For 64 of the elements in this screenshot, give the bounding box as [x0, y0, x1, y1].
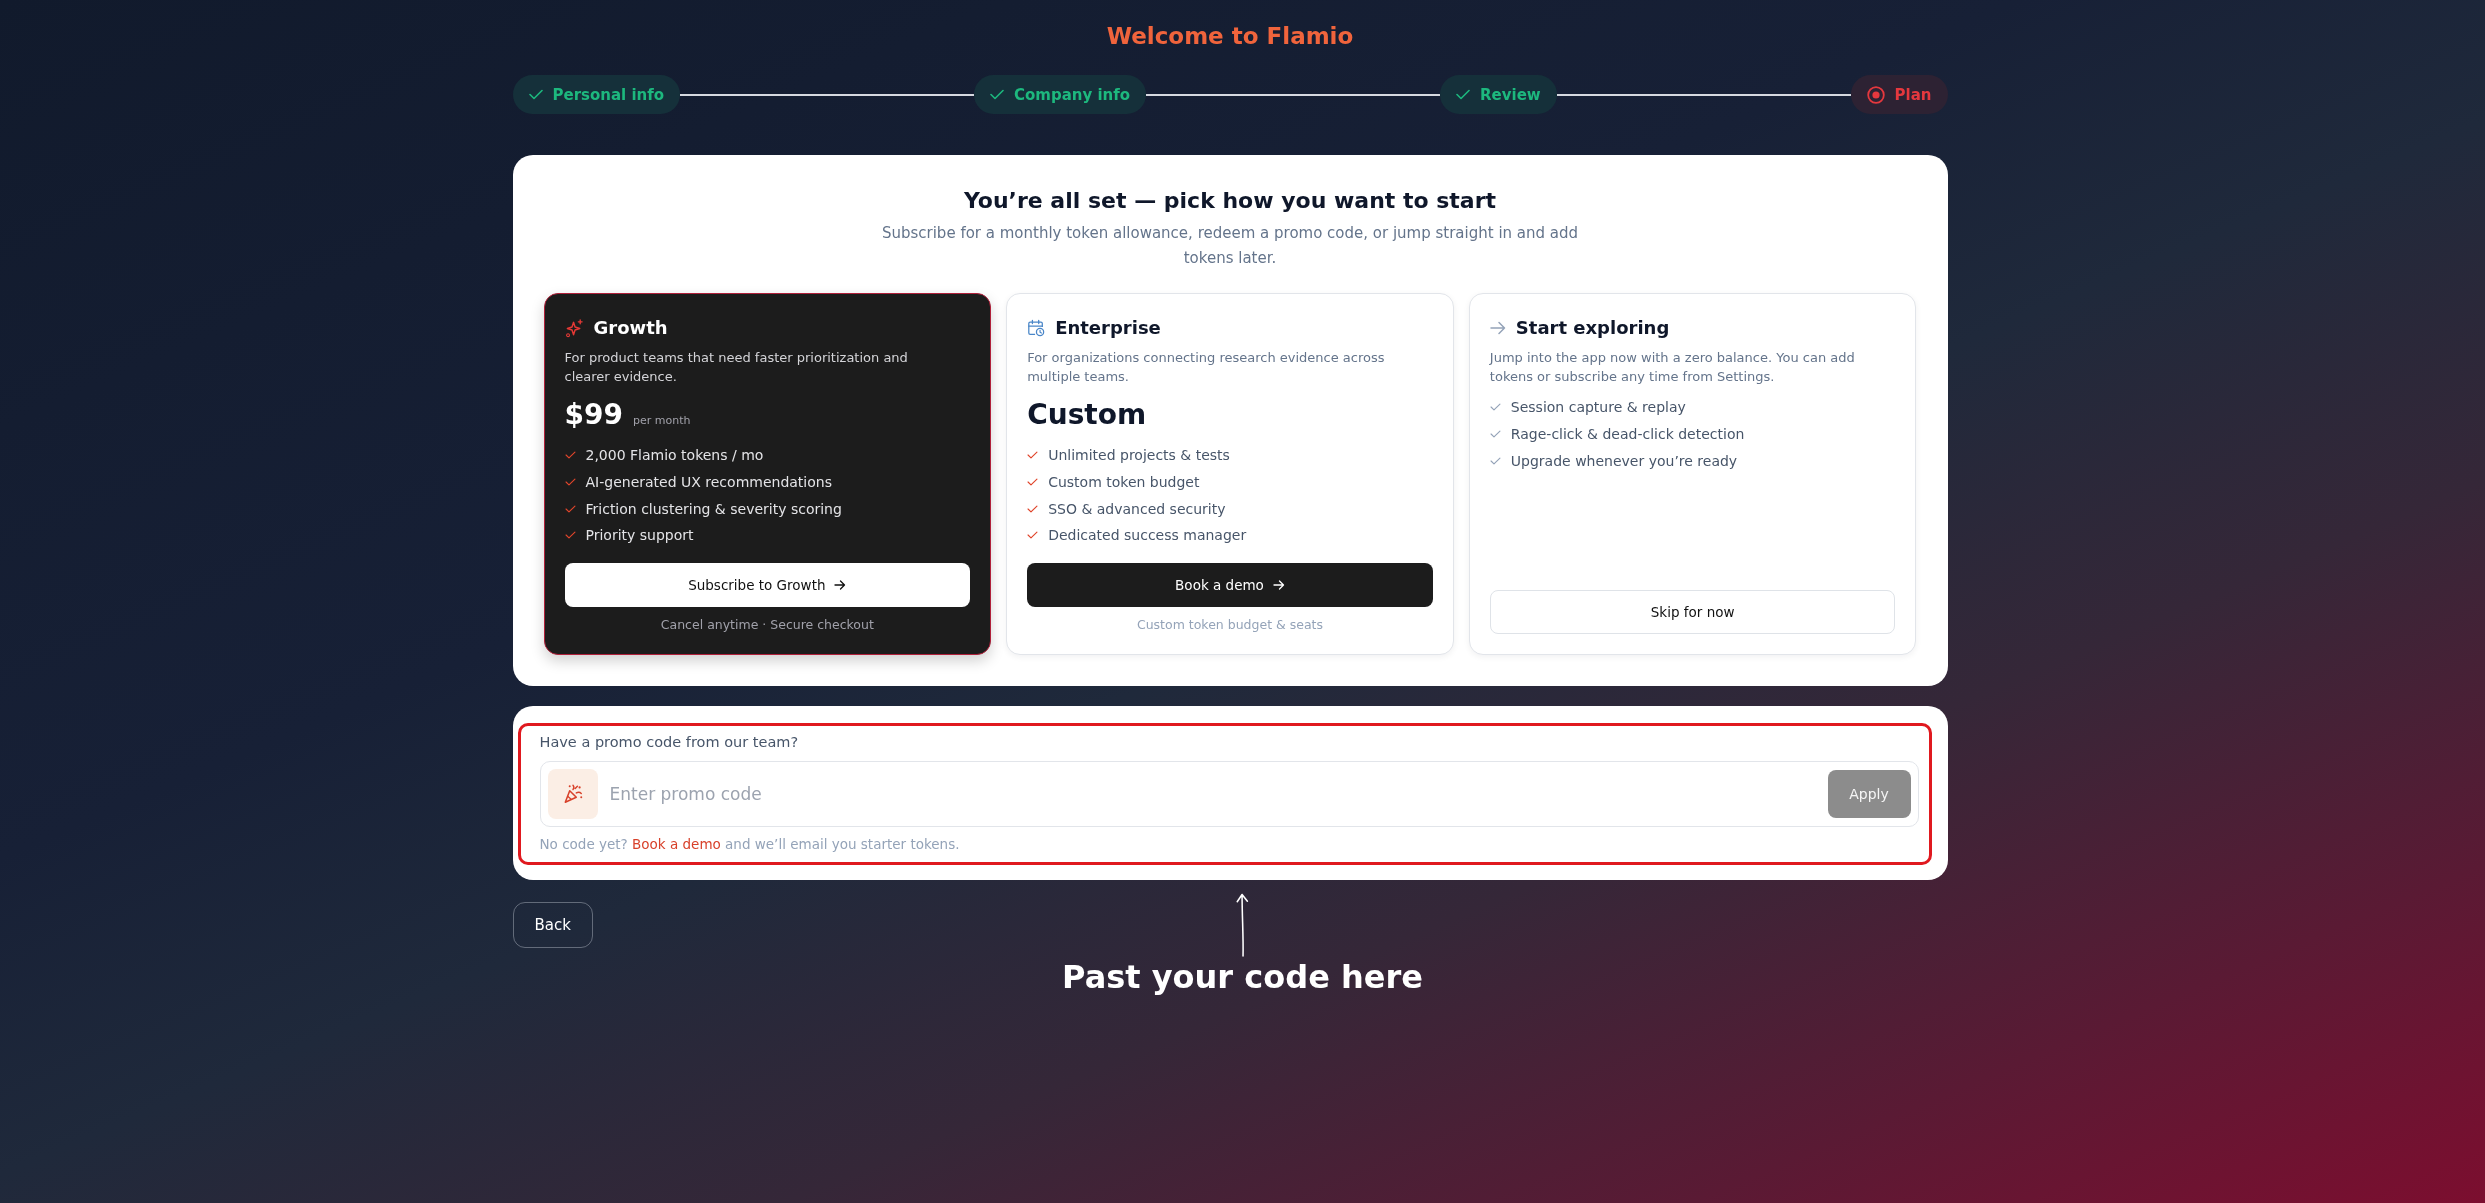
plan-description: For organizations connecting research evidence across multiple teams.	[1027, 349, 1386, 386]
check-icon	[528, 89, 543, 100]
annotation-text: Past your code here	[1062, 957, 1423, 997]
check-icon	[564, 504, 576, 513]
step-label: Company info	[1014, 85, 1131, 104]
feature-text: Session capture & replay	[1510, 399, 1686, 416]
check-icon	[1489, 456, 1501, 465]
step-pill[interactable]: Personal info	[512, 75, 681, 114]
calendar-clock-icon	[1027, 319, 1046, 337]
arrow-right-icon	[1272, 580, 1285, 590]
promo-help-text: No code yet? Book a demo and we’ll email you starter tokens.	[539, 835, 961, 854]
feature-text: 2,000 Flamio tokens / mo	[585, 447, 764, 464]
plan-card[interactable]	[543, 293, 992, 655]
welcome-title: Welcome to Flamio	[1106, 22, 1354, 50]
feature-text: Rage-click & dead-click detection	[1510, 426, 1745, 443]
check-icon	[1489, 430, 1501, 439]
check-icon	[1027, 504, 1039, 513]
check-icon	[990, 89, 1004, 100]
plan-button[interactable]: Skip for now	[1489, 590, 1896, 634]
step-pill[interactable]: Review	[1440, 75, 1557, 114]
step-label: Personal info	[552, 85, 665, 104]
plan-heading: You’re all set — pick how you want to start	[963, 187, 1497, 215]
feature-text: Upgrade whenever you’re ready	[1510, 452, 1738, 469]
check-icon	[1456, 89, 1470, 100]
check-icon	[1489, 403, 1501, 412]
check-icon	[564, 451, 576, 460]
plan-footnote: Cancel anytime · Secure checkout	[659, 616, 875, 634]
step-label: Review	[1480, 85, 1541, 104]
arrow-right-icon	[1489, 321, 1506, 335]
step-pill[interactable]: Company info	[974, 75, 1147, 114]
target-icon	[1866, 85, 1885, 104]
back-button[interactable]: Back	[512, 902, 593, 948]
sparkle-icon	[564, 318, 584, 338]
plan-description: Jump into the app now with a zero balance. You can add tokens or subscribe any time from Settings.	[1489, 349, 1856, 386]
plan-button[interactable]: Book a demo	[1027, 563, 1433, 607]
book-demo-link[interactable]: Book a demo	[632, 836, 721, 852]
promo-label: Have a promo code from our team?	[539, 733, 800, 752]
feature-text: Priority support	[585, 527, 694, 544]
check-icon	[564, 478, 576, 487]
check-icon	[1027, 451, 1039, 460]
annotation-arrow	[1235, 893, 1250, 957]
plan-subtitle: Subscribe for a monthly token allowance, redeem a promo code, or jump straight in and add tokens later.	[880, 223, 1580, 269]
feature-text: Dedicated success manager	[1048, 527, 1247, 544]
plan-name: Start exploring	[1515, 316, 1670, 340]
plan-price: Custom	[1027, 397, 1147, 433]
arrow-right-icon	[834, 580, 847, 590]
price-period: per month	[632, 414, 691, 427]
check-icon	[1027, 531, 1039, 540]
plan-footnote: Custom token budget & seats	[1135, 616, 1325, 634]
step-label: Plan	[1894, 85, 1932, 104]
plan-name: Growth	[593, 316, 668, 340]
feature-text: Custom token budget	[1048, 474, 1200, 491]
plan-button[interactable]: Subscribe to Growth	[564, 563, 971, 607]
step-pill[interactable]: Plan	[1850, 75, 1948, 114]
feature-text: Friction clustering & severity scoring	[585, 500, 842, 517]
feature-text: AI-generated UX recommendations	[585, 474, 832, 491]
check-icon	[564, 531, 576, 540]
plan-description: For product teams that need faster prioritization and clearer evidence.	[564, 349, 909, 386]
plan-name: Enterprise	[1055, 316, 1161, 340]
feature-text: SSO & advanced security	[1048, 500, 1226, 517]
feature-text: Unlimited projects & tests	[1048, 447, 1230, 464]
check-icon	[1027, 478, 1039, 487]
plan-price: $99	[564, 397, 623, 433]
party-popper-icon	[547, 769, 598, 819]
